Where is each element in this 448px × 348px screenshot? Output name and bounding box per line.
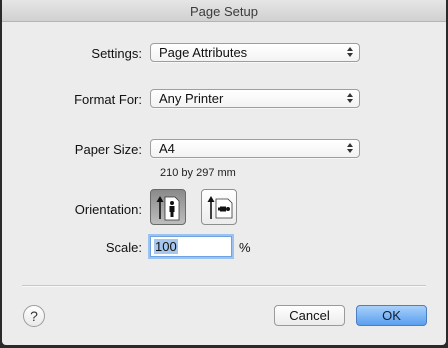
- popup-arrows-icon: [347, 47, 353, 57]
- settings-label: Settings:: [91, 46, 142, 61]
- portrait-icon: [156, 196, 180, 221]
- settings-value: Page Attributes: [159, 45, 248, 60]
- title-bar: Page Setup: [2, 0, 446, 22]
- format-for-value: Any Printer: [159, 91, 224, 106]
- paper-size-label: Paper Size:: [74, 142, 142, 157]
- cancel-button[interactable]: Cancel: [274, 305, 345, 326]
- landscape-icon: [207, 196, 233, 219]
- paper-size-value: A4: [159, 141, 175, 156]
- popup-arrows-icon: [347, 93, 353, 103]
- format-for-popup[interactable]: Any Printer: [150, 89, 360, 108]
- settings-popup[interactable]: Page Attributes: [150, 43, 360, 62]
- scale-value: 100: [154, 239, 178, 254]
- help-button[interactable]: ?: [23, 305, 45, 327]
- popup-arrows-icon: [347, 143, 353, 153]
- portrait-orientation-button[interactable]: [150, 189, 186, 225]
- window-title: Page Setup: [190, 4, 258, 19]
- scale-unit: %: [239, 240, 251, 255]
- scale-label: Scale:: [105, 240, 142, 255]
- landscape-orientation-button[interactable]: [201, 189, 237, 225]
- help-icon: ?: [30, 308, 38, 324]
- format-for-label: Format For:: [74, 92, 142, 107]
- orientation-label: Orientation:: [74, 202, 142, 217]
- scale-input[interactable]: 100: [150, 236, 232, 257]
- page-setup-dialog: Page Setup Settings: Page Attributes For…: [2, 0, 446, 345]
- footer-divider: [22, 285, 426, 287]
- paper-size-popup[interactable]: A4: [150, 139, 360, 158]
- paper-dimensions: 210 by 297 mm: [160, 167, 236, 179]
- ok-button[interactable]: OK: [356, 305, 427, 326]
